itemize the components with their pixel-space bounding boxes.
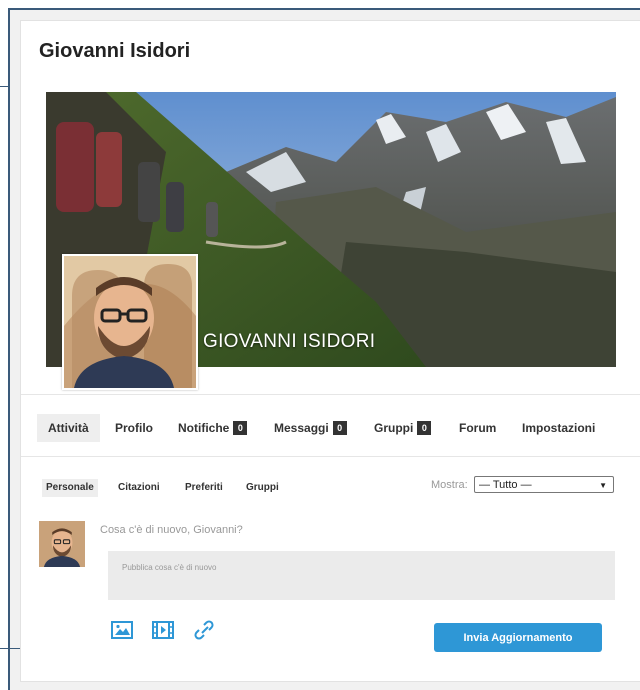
profile-avatar[interactable]	[62, 254, 198, 390]
tab-label: Profilo	[115, 421, 153, 435]
image-icon[interactable]	[111, 620, 133, 640]
tab-impostazioni[interactable]: Impostazioni	[522, 414, 595, 442]
chevron-down-icon: ▼	[599, 481, 607, 490]
divider	[21, 394, 640, 395]
avatar-photo	[39, 521, 85, 567]
video-icon[interactable]	[152, 620, 174, 640]
tab-label: Gruppi	[374, 421, 414, 435]
subtab-citazioni[interactable]: Citazioni	[118, 479, 160, 497]
subtab-label: Gruppi	[246, 482, 279, 493]
divider	[21, 456, 640, 457]
tab-profilo[interactable]: Profilo	[115, 414, 153, 442]
filter-label: Mostra:	[431, 479, 468, 491]
link-icon[interactable]	[193, 620, 215, 640]
tab-label: Impostazioni	[522, 421, 596, 435]
page-title: Giovanni Isidori	[39, 40, 191, 62]
cover-display-name: GIOVANNI ISIDORI	[203, 331, 376, 352]
whats-new-prompt: Cosa c'è di nuovo, Giovanni?	[100, 524, 243, 536]
profile-photo	[64, 256, 196, 388]
status-textarea[interactable]: Pubblica cosa c'è di nuovo	[108, 551, 615, 600]
subtab-label: Citazioni	[118, 482, 160, 493]
annotation-line-top	[0, 86, 9, 87]
subtab-preferiti[interactable]: Preferiti	[185, 479, 223, 497]
groups-count-badge: 0	[417, 420, 432, 435]
subtab-gruppi[interactable]: Gruppi	[246, 479, 279, 497]
tab-gruppi[interactable]: Gruppi 0	[374, 414, 432, 442]
activity-filter-select[interactable]: — Tutto — ▼	[474, 476, 614, 493]
user-avatar[interactable]	[39, 521, 85, 567]
tab-label: Notifiche	[178, 421, 230, 435]
tab-attivita[interactable]: Attività	[37, 414, 100, 442]
subtab-label: Personale	[46, 482, 94, 493]
tab-forum[interactable]: Forum	[459, 414, 496, 442]
tab-notifiche[interactable]: Notifiche 0	[178, 414, 248, 442]
tab-messaggi[interactable]: Messaggi 0	[274, 414, 347, 442]
textarea-placeholder: Pubblica cosa c'è di nuovo	[122, 563, 217, 572]
messages-count-badge: 0	[332, 420, 347, 435]
submit-update-button[interactable]: Invia Aggiornamento	[434, 623, 602, 652]
subtab-personale[interactable]: Personale	[42, 479, 98, 497]
subtab-label: Preferiti	[185, 482, 223, 493]
notifications-count-badge: 0	[233, 420, 248, 435]
tab-label: Messaggi	[274, 421, 329, 435]
filter-value: — Tutto —	[479, 479, 532, 491]
tab-label: Attività	[48, 421, 89, 435]
tab-label: Forum	[459, 421, 497, 435]
